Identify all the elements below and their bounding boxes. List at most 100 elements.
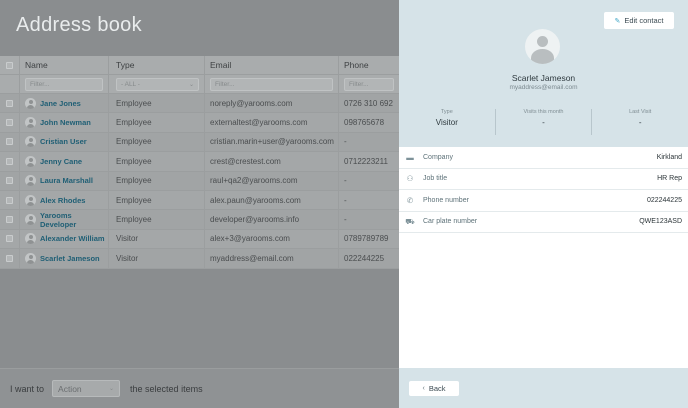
contact-phone: - [344, 176, 347, 186]
table-row[interactable]: Alex Rhodes Employee alex.paun@yarooms.com… [0, 190, 399, 211]
contact-email: developer@yarooms.info [205, 210, 339, 229]
row-checkbox[interactable] [6, 216, 13, 224]
contact-phone: 0712223211 [344, 156, 388, 166]
select-all-checkbox[interactable] [6, 61, 13, 69]
header-email[interactable]: Email [205, 56, 339, 74]
table-row[interactable]: Jenny Cane Employee crest@crestest.com 0712… [0, 152, 399, 172]
contact-email: raul+qa2@yarooms.com [205, 171, 339, 190]
table-row[interactable]: Yarooms Developer Employee developer@yaroo… [0, 210, 399, 230]
row-checkbox[interactable] [6, 119, 13, 127]
contact-type: Employee [109, 190, 205, 210]
contact-name-link[interactable]: Jenny Cane [40, 157, 82, 166]
filter-row: Filter... - ALL - ⌄ Filter... Filter... [0, 75, 399, 94]
contact-phone: - [344, 195, 347, 205]
bulk-prefix: I want to [10, 383, 45, 394]
contact-name: Scarlet Jameson [511, 73, 576, 83]
contact-name-link[interactable]: Jane Jones [40, 99, 81, 108]
row-checkbox[interactable] [6, 138, 13, 146]
table-row[interactable]: Cristian User Employee cristian.marin+user… [0, 132, 399, 153]
contacts-table: Name Type Email Phone Filter... - ALL - ⌄… [0, 56, 399, 269]
contact-detail-panel: ✎ Edit contact Scarlet Jameson myaddress… [399, 0, 688, 408]
briefcase-icon: ▬ [406, 152, 414, 162]
header-type[interactable]: Type [109, 56, 205, 74]
phone-filter-input[interactable]: Filter... [344, 77, 394, 91]
pencil-icon: ✎ [614, 17, 621, 25]
action-select[interactable]: Action ⌄ [52, 380, 121, 397]
field-car-plate-number: ⛟ Car plate number QWE123ASD [399, 212, 688, 233]
chevron-left-icon: ‹ [422, 384, 425, 392]
contact-name-link[interactable]: Scarlet Jameson [40, 254, 100, 263]
avatar [25, 136, 36, 148]
header-name[interactable]: Name [20, 56, 109, 74]
header-phone[interactable]: Phone [339, 56, 399, 74]
avatar [25, 214, 36, 226]
back-button[interactable]: ‹ Back [409, 380, 459, 396]
people-icon: ⚇ [406, 174, 414, 184]
contact-email: cristian.marin+user@yarooms.com [205, 132, 339, 152]
contact-phone: 022244225 [344, 253, 385, 263]
field-company: ▬ Company Kirkland [399, 147, 688, 169]
visit-stats: Type Visitor Visits this month - Last Vi… [399, 109, 688, 135]
stat-type: Type Visitor [399, 109, 496, 135]
contact-type: Visitor [109, 229, 205, 249]
table-row[interactable]: Alexander William Visitor alex+3@yarooms.c… [0, 229, 399, 250]
avatar [25, 97, 36, 109]
contact-email: crest@crestest.com [205, 152, 339, 171]
detail-footer: ‹ Back [399, 368, 688, 408]
avatar [25, 155, 36, 167]
type-filter-select[interactable]: - ALL - ⌄ [116, 77, 199, 91]
avatar [25, 117, 36, 129]
contact-phone: - [344, 137, 347, 147]
contact-type: Employee [109, 171, 205, 190]
contact-phone: 098765678 [344, 118, 385, 128]
page-title: Address book [16, 14, 142, 36]
contact-phone: 0726 310 692 [344, 98, 393, 108]
row-checkbox[interactable] [6, 254, 13, 262]
avatar [25, 233, 36, 245]
avatar [25, 194, 36, 206]
field-phone-number: ✆ Phone number 022244225 [399, 190, 688, 212]
row-checkbox[interactable] [6, 99, 13, 107]
contact-type: Employee [109, 210, 205, 229]
name-filter-input[interactable]: Filter... [25, 77, 103, 91]
chevron-down-icon: ⌄ [109, 386, 115, 392]
stat-last-visit: Last Visit - [629, 109, 652, 127]
contact-name-link[interactable]: Alexander William [40, 234, 105, 243]
contact-name-link[interactable]: Yarooms Developer [40, 211, 108, 229]
avatar [25, 252, 36, 264]
contact-email: noreply@yarooms.com [205, 94, 339, 113]
table-row[interactable]: Jane Jones Employee noreply@yarooms.com 072… [0, 94, 399, 114]
contact-type: Employee [109, 113, 205, 132]
contact-email: alex.paun@yarooms.com [205, 190, 339, 210]
row-checkbox[interactable] [6, 177, 13, 185]
contact-name-link[interactable]: John Newman [40, 118, 91, 127]
field-job-title: ⚇ Job title HR Rep [399, 169, 688, 190]
edit-contact-button[interactable]: ✎ Edit contact [604, 12, 674, 29]
row-checkbox[interactable] [6, 196, 13, 204]
contact-phone: 0789789789 [344, 234, 389, 244]
table-row[interactable]: John Newman Employee externaltest@yarooms.… [0, 113, 399, 133]
contact-email: myaddress@email.com [205, 249, 339, 268]
row-checkbox[interactable] [6, 235, 13, 243]
table-header: Name Type Email Phone [0, 56, 399, 75]
bulk-action-bar: I want to Action ⌄ the selected items [0, 368, 399, 408]
phone-icon: ✆ [406, 195, 414, 205]
profile-header: ✎ Edit contact Scarlet Jameson myaddress… [399, 0, 688, 147]
contact-name-link[interactable]: Alex Rhodes [40, 196, 85, 205]
table-row[interactable]: Laura Marshall Employee raul+qa2@yarooms.c… [0, 171, 399, 191]
contact-name-link[interactable]: Laura Marshall [40, 176, 93, 185]
contact-type: Visitor [109, 249, 205, 268]
contact-email: myaddress@email.com [509, 84, 578, 91]
bulk-suffix: the selected items [130, 383, 203, 394]
contact-type: Employee [109, 94, 205, 113]
contact-name-link[interactable]: Cristian User [40, 137, 87, 146]
address-book-panel: Address book Name Type Email Phone Filte… [0, 0, 399, 408]
avatar [525, 29, 560, 64]
contact-type: Employee [109, 152, 205, 171]
email-filter-input[interactable]: Filter... [210, 77, 333, 91]
table-row[interactable]: Scarlet Jameson Visitor myaddress@email.co… [0, 249, 399, 269]
car-icon: ⛟ [405, 216, 415, 226]
row-checkbox[interactable] [6, 157, 13, 165]
contact-email: externaltest@yarooms.com [205, 113, 339, 132]
stat-visits-this-month: Visits this month - [496, 109, 593, 135]
